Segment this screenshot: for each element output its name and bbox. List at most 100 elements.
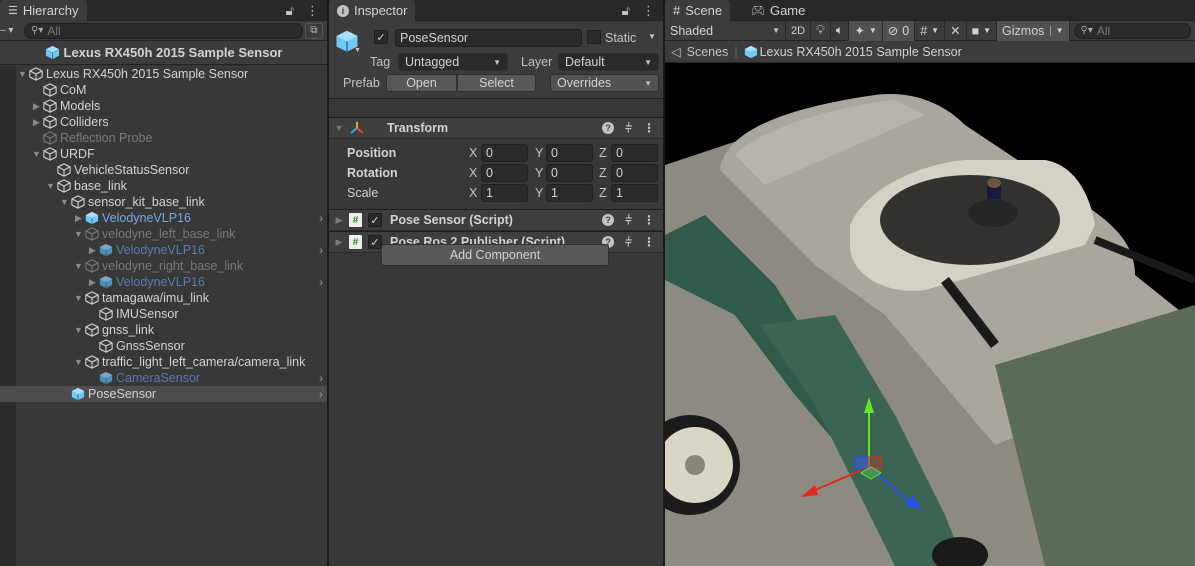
- effects-toggle[interactable]: ✦ ▼: [849, 20, 883, 41]
- lock-icon[interactable]: 🔓︎: [622, 3, 630, 19]
- hierarchy-item[interactable]: PoseSensor ›: [0, 386, 327, 402]
- position-z-field[interactable]: 0: [611, 144, 658, 162]
- presets-icon[interactable]: ⫩: [625, 213, 632, 228]
- foldout-expanded-icon[interactable]: ▼: [72, 325, 85, 335]
- tag-dropdown[interactable]: Untagged ▼: [398, 53, 508, 71]
- transform-component-header[interactable]: ▼ Transform ? ⫩ ⋮: [329, 117, 663, 139]
- hierarchy-item[interactable]: ▼ URDF: [16, 146, 327, 162]
- foldout-expanded-icon[interactable]: ▼: [16, 69, 29, 79]
- prefab-open-button[interactable]: Open: [386, 74, 457, 92]
- axis-label-y[interactable]: Y: [535, 186, 543, 200]
- scale-z-field[interactable]: 1: [611, 184, 658, 202]
- gizmo-plane-yz[interactable]: [854, 456, 870, 470]
- open-prefab-chevron-icon[interactable]: ›: [319, 387, 323, 401]
- audio-toggle[interactable]: 🔈︎: [831, 20, 850, 41]
- presets-icon[interactable]: ⫩: [625, 121, 632, 136]
- foldout-collapsed-icon[interactable]: ▶: [30, 117, 43, 128]
- hierarchy-item[interactable]: ▼ gnss_link: [16, 322, 327, 338]
- open-scene-search-button[interactable]: ⧉: [305, 22, 323, 39]
- hierarchy-item[interactable]: IMUSensor: [16, 306, 327, 322]
- position-x-field[interactable]: 0: [481, 144, 528, 162]
- hierarchy-item[interactable]: ▶ VelodyneVLP16 ›: [16, 210, 327, 226]
- rotation-z-field[interactable]: 0: [611, 164, 658, 182]
- rotation-y-field[interactable]: 0: [546, 164, 593, 182]
- hierarchy-item[interactable]: ▶ VelodyneVLP16 ›: [16, 274, 327, 290]
- help-icon[interactable]: ?: [602, 122, 615, 134]
- hidden-objects-toggle[interactable]: ⊘ 0: [882, 20, 916, 41]
- tab-hierarchy[interactable]: ☰ Hierarchy: [0, 0, 87, 21]
- hierarchy-item[interactable]: ▼ sensor_kit_base_link: [16, 194, 327, 210]
- hierarchy-item[interactable]: CoM: [16, 82, 327, 98]
- toggle-2d-button[interactable]: 2D: [786, 20, 812, 41]
- open-prefab-chevron-icon[interactable]: ›: [319, 275, 323, 289]
- scene-search-input[interactable]: ⚲▾ All: [1073, 22, 1191, 39]
- more-menu-icon[interactable]: ⋮: [643, 235, 655, 249]
- hierarchy-search-input[interactable]: ⚲▾ All: [24, 22, 303, 39]
- axis-label-y[interactable]: Y: [535, 146, 543, 160]
- object-icon-button[interactable]: ▼: [335, 29, 361, 58]
- axis-label-x[interactable]: X: [469, 166, 477, 180]
- open-prefab-chevron-icon[interactable]: ›: [319, 371, 323, 385]
- add-component-button[interactable]: Add Component: [381, 244, 609, 266]
- object-name-field[interactable]: PoseSensor: [395, 29, 582, 47]
- open-prefab-chevron-icon[interactable]: ›: [319, 211, 323, 225]
- camera-settings-button[interactable]: ■ ▼: [967, 20, 998, 41]
- hierarchy-item[interactable]: ▶ Colliders: [16, 114, 327, 130]
- axis-label-x[interactable]: X: [469, 146, 477, 160]
- breadcrumb-prefab[interactable]: Lexus RX450h 2015 Sample Sensor: [760, 45, 962, 59]
- hierarchy-item[interactable]: VehicleStatusSensor: [16, 162, 327, 178]
- position-y-field[interactable]: 0: [546, 144, 593, 162]
- static-checkbox[interactable]: [587, 30, 601, 44]
- help-icon[interactable]: ?: [602, 214, 615, 226]
- foldout-expanded-icon[interactable]: ▼: [44, 181, 57, 191]
- hierarchy-item[interactable]: GnssSensor: [16, 338, 327, 354]
- axis-label-z[interactable]: Z: [599, 186, 607, 200]
- breadcrumb-scenes[interactable]: Scenes: [687, 45, 729, 59]
- scale-x-field[interactable]: 1: [481, 184, 528, 202]
- more-menu-icon[interactable]: ⋮: [643, 121, 655, 135]
- active-checkbox[interactable]: ✓: [374, 30, 388, 44]
- hierarchy-item[interactable]: Reflection Probe: [16, 130, 327, 146]
- foldout-expanded-icon[interactable]: ▼: [72, 229, 85, 239]
- foldout-collapsed-icon[interactable]: ▶: [30, 101, 43, 112]
- scene-viewport[interactable]: [665, 65, 1195, 566]
- lighting-toggle[interactable]: 💡︎: [811, 20, 831, 41]
- foldout-collapsed-icon[interactable]: ▶: [86, 245, 99, 256]
- hierarchy-item[interactable]: ▼ velodyne_right_base_link: [16, 258, 327, 274]
- hierarchy-item[interactable]: ▼ traffic_light_left_camera/camera_link: [16, 354, 327, 370]
- shading-mode-dropdown[interactable]: Shaded ▼: [665, 20, 786, 41]
- more-menu-icon[interactable]: ⋮: [306, 3, 319, 19]
- prefab-overrides-dropdown[interactable]: Overrides ▼: [550, 74, 659, 92]
- hierarchy-item[interactable]: ▶ VelodyneVLP16 ›: [16, 242, 327, 258]
- foldout-expanded-icon[interactable]: ▼: [72, 261, 85, 271]
- foldout-collapsed-icon[interactable]: ▶: [72, 213, 85, 224]
- component-enabled-checkbox[interactable]: ✓: [368, 235, 382, 249]
- component-enabled-checkbox[interactable]: ✓: [368, 213, 382, 227]
- hierarchy-item[interactable]: CameraSensor ›: [16, 370, 327, 386]
- foldout-expanded-icon[interactable]: ▼: [30, 149, 43, 159]
- lock-icon[interactable]: 🔓︎: [286, 3, 294, 19]
- foldout-collapsed-icon[interactable]: ▶: [329, 237, 349, 248]
- presets-icon[interactable]: ⫩: [625, 235, 632, 250]
- create-dropdown-button[interactable]: ‒ ▾: [0, 25, 24, 36]
- foldout-collapsed-icon[interactable]: ▶: [86, 277, 99, 288]
- prefab-select-button[interactable]: Select: [457, 74, 536, 92]
- hierarchy-item[interactable]: ▼ tamagawa/imu_link: [16, 290, 327, 306]
- tab-inspector[interactable]: i Inspector: [329, 0, 416, 21]
- foldout-collapsed-icon[interactable]: ▶: [329, 215, 349, 226]
- axis-label-x[interactable]: X: [469, 186, 477, 200]
- foldout-expanded-icon[interactable]: ▼: [72, 357, 85, 367]
- scale-y-field[interactable]: 1: [546, 184, 593, 202]
- gizmos-dropdown[interactable]: Gizmos │ ▼: [997, 20, 1070, 41]
- axis-label-y[interactable]: Y: [535, 166, 543, 180]
- tab-game[interactable]: 🎮︎ Game: [743, 0, 813, 21]
- foldout-expanded-icon[interactable]: ▼: [58, 197, 71, 207]
- more-menu-icon[interactable]: ⋮: [643, 213, 655, 227]
- open-prefab-chevron-icon[interactable]: ›: [319, 243, 323, 257]
- layer-dropdown[interactable]: Default ▼: [558, 53, 659, 71]
- hierarchy-item[interactable]: ▼ velodyne_left_base_link: [16, 226, 327, 242]
- hierarchy-item[interactable]: ▼ Lexus RX450h 2015 Sample Sensor: [16, 66, 327, 82]
- hierarchy-item[interactable]: ▶ Models: [16, 98, 327, 114]
- tab-scene[interactable]: # Scene: [665, 0, 731, 21]
- rotation-x-field[interactable]: 0: [481, 164, 528, 182]
